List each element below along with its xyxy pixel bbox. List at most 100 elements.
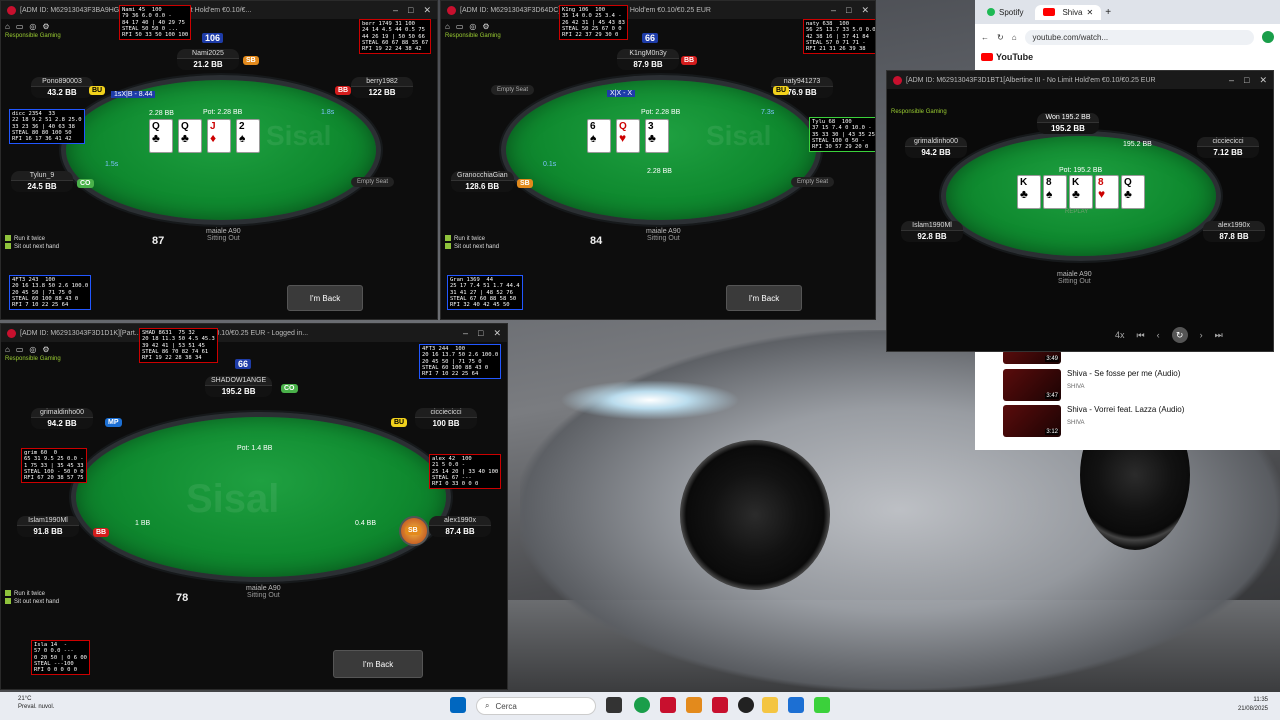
skip-forward-icon[interactable]: ⏭ — [1215, 330, 1223, 341]
seat-right-bottom[interactable]: alex1990x 87.8 BB — [1203, 221, 1265, 242]
system-clock[interactable]: 11:35 21/08/2025 — [1238, 696, 1268, 714]
close-icon[interactable]: ✕ — [493, 328, 501, 339]
next-icon[interactable]: › — [1200, 330, 1203, 340]
lobby-icon[interactable]: ▭ — [16, 22, 24, 31]
chat-icon[interactable]: ◎ — [29, 22, 36, 31]
im-back-button[interactable]: I'm Back — [287, 285, 363, 311]
hud-panel[interactable]: 4FT3 243 100 20 16 13.8 50 2.6 100.0 20 … — [9, 275, 92, 311]
seat-top[interactable]: Won 195.2 BB 195.2 BB — [1037, 113, 1099, 134]
seat-top[interactable]: K1ngM0n3y 87.9 BB — [617, 49, 679, 70]
minimize-icon[interactable]: – — [463, 328, 468, 339]
seat-right-bottom[interactable]: alex1990x 87.4 BB — [429, 516, 491, 537]
previous-icon[interactable]: ‹ — [1157, 330, 1160, 340]
hud-panel[interactable]: 4FT3 244 100 20 16 13.7 50 2.6 100.0 20 … — [419, 344, 502, 380]
empty-seat[interactable]: Empty Seat — [491, 85, 535, 95]
youtube-header[interactable]: YouTube — [975, 50, 1280, 64]
window-titlebar[interactable]: [ADM ID: M62913043F3D64DC] ... Welch V -… — [441, 1, 875, 19]
start-icon[interactable] — [450, 697, 466, 713]
seat-right-top[interactable]: berry1982 122 BB — [351, 77, 413, 98]
checkbox-icon[interactable] — [5, 235, 11, 242]
playlist-item[interactable]: 3:12 Shiva - Vorrei feat. Lazza (Audio) … — [1003, 405, 1184, 437]
seat-left-bottom[interactable]: Islam1990Ml 91.8 BB — [17, 516, 79, 537]
menu-icon[interactable]: ⌂ — [5, 22, 10, 31]
hud-panel[interactable]: naty 638 100 56 25 13.7 33 5.0 0.0 42 38… — [803, 19, 875, 55]
settings-icon[interactable]: ⚙ — [42, 22, 49, 31]
reload-icon[interactable]: ↻ — [997, 33, 1004, 42]
playlist-item[interactable]: 3:49 — [1003, 350, 1061, 364]
run-it-twice-option[interactable]: Run it twice — [445, 235, 499, 243]
sit-out-option[interactable]: Sit out next hand — [5, 598, 59, 606]
seat-left-bottom[interactable]: Tylun_9 24.5 BB — [11, 171, 73, 192]
poker-table-window-2[interactable]: [ADM ID: M62913043F3D64DC] ... Welch V -… — [440, 0, 876, 320]
window-titlebar[interactable]: [ADM ID: M62913043F3BA9HG] ... Mentha V … — [1, 1, 437, 19]
sit-out-option[interactable]: Sit out next hand — [5, 243, 59, 251]
checkbox-icon[interactable] — [5, 590, 11, 597]
hud-panel[interactable]: alex 42 100 21 5 0.0 - 25 14 20 | 33 40 … — [429, 454, 502, 490]
replay-icon[interactable]: ↻ — [1171, 327, 1188, 343]
weather-widget[interactable]: 21°C Preval. nuvol. — [18, 695, 54, 711]
chat-icon[interactable]: ◎ — [29, 345, 36, 354]
seat-top[interactable]: Nami2025 21.2 BB — [177, 49, 239, 70]
close-icon[interactable]: ✕ — [1259, 75, 1267, 86]
file-explorer-icon[interactable] — [762, 697, 778, 713]
seat-top[interactable]: SHADOW1ANGE 195.2 BB — [205, 376, 273, 397]
app-icon[interactable] — [686, 697, 702, 713]
close-icon[interactable]: ✕ — [861, 5, 869, 16]
hero-seat[interactable]: maiale A90 Sitting Out — [1057, 271, 1092, 285]
close-icon[interactable]: ✕ — [423, 5, 431, 16]
replay-speed[interactable]: 4x — [1115, 330, 1125, 340]
seat-left-top[interactable]: Pono890003 43.2 BB — [31, 77, 93, 98]
taskbar-search[interactable]: ⌕ Cerca — [476, 697, 596, 715]
hero-seat[interactable]: maiale A90 Sitting Out — [206, 228, 241, 242]
tab-shiva[interactable]: Shiva ✕ — [1035, 4, 1102, 20]
window-titlebar[interactable]: [ADM ID: M62913043F3D1D1K][Part...] ... … — [1, 324, 507, 342]
chat-icon[interactable]: ◎ — [469, 22, 476, 31]
hud-panel[interactable]: Gran 1369 44 25 17 7.4 51 1.7 44.4 31 41… — [447, 275, 523, 311]
new-tab-icon[interactable]: + — [1105, 7, 1111, 18]
hud-panel[interactable]: Nami 45 100 79 36 6.0 0.0 - 84 17 40 | 4… — [119, 5, 192, 41]
hud-panel[interactable]: dicc 2354 33 22 18 9.2 51 2.8 25.0 33 23… — [9, 109, 85, 145]
hand-replay-window[interactable]: [ADM ID: M62913043F3D1BT1[Albertine III … — [886, 70, 1274, 352]
lobby-icon[interactable]: ▭ — [16, 345, 24, 354]
hud-panel[interactable]: SHAD 8631 75 32 20 18 11.3 50 4.5 45.3 3… — [139, 328, 218, 364]
hero-seat[interactable]: maiale A90 Sitting Out — [246, 585, 281, 599]
empty-seat[interactable]: Empty Seat — [791, 177, 835, 187]
poker-table-window-1[interactable]: [ADM ID: M62913043F3BA9HG] ... Mentha V … — [0, 0, 438, 320]
home-icon[interactable]: ⌂ — [1012, 33, 1017, 42]
settings-icon[interactable]: ⚙ — [42, 345, 49, 354]
url-field[interactable]: youtube.com/watch... — [1024, 29, 1254, 45]
app-icon[interactable] — [814, 697, 830, 713]
playlist-item[interactable]: 3:47 Shiva - Se fosse per me (Audio) SHI… — [1003, 369, 1180, 401]
hud-panel[interactable]: grim 60 0 65 31 9.5 25 0.0 - 1 75 33 | 3… — [21, 448, 87, 484]
minimize-icon[interactable]: – — [393, 5, 398, 16]
window-titlebar[interactable]: [ADM ID: M62913043F3D1BT1[Albertine III … — [887, 71, 1273, 89]
poker-table-window-3[interactable]: [ADM ID: M62913043F3D1D1K][Part...] ... … — [0, 323, 508, 690]
hero-seat[interactable]: maiale A90 Sitting Out — [646, 228, 681, 242]
seat-right-top[interactable]: cicciecicci 100 BB — [415, 408, 477, 429]
mail-icon[interactable] — [788, 697, 804, 713]
maximize-icon[interactable]: □ — [846, 5, 851, 16]
menu-icon[interactable]: ⌂ — [445, 22, 450, 31]
close-icon[interactable]: ✕ — [1086, 8, 1093, 17]
run-it-twice-option[interactable]: Run it twice — [5, 590, 59, 598]
maximize-icon[interactable]: □ — [408, 5, 413, 16]
seat-left-top[interactable]: grimaldinho00 94.2 BB — [31, 408, 93, 429]
im-back-button[interactable]: I'm Back — [333, 650, 423, 678]
lobby-icon[interactable]: ▭ — [456, 22, 464, 31]
back-icon[interactable]: ← — [981, 33, 989, 42]
hud-panel[interactable]: Isla 14 - 57 0 0.0 --- 0 20 50 | 0 6 00 … — [31, 640, 90, 676]
chrome-icon[interactable] — [634, 697, 650, 713]
minimize-icon[interactable]: – — [831, 5, 836, 16]
checkbox-icon[interactable] — [445, 243, 451, 250]
im-back-button[interactable]: I'm Back — [726, 285, 802, 311]
checkbox-icon[interactable] — [5, 598, 11, 605]
app-icon[interactable] — [738, 697, 754, 713]
empty-seat[interactable]: Empty Seat — [351, 177, 395, 187]
app-icon[interactable] — [712, 697, 728, 713]
maximize-icon[interactable]: □ — [478, 328, 483, 339]
checkbox-icon[interactable] — [445, 235, 451, 242]
run-it-twice-option[interactable]: Run it twice — [5, 235, 59, 243]
hud-panel[interactable]: K1ng 106 100 35 14 0.0 25 3.4 - 26 42 31… — [559, 5, 628, 41]
menu-icon[interactable]: ⌂ — [5, 345, 10, 354]
seat-left-bottom[interactable]: GranocchiaGian 128.6 BB — [451, 171, 514, 192]
